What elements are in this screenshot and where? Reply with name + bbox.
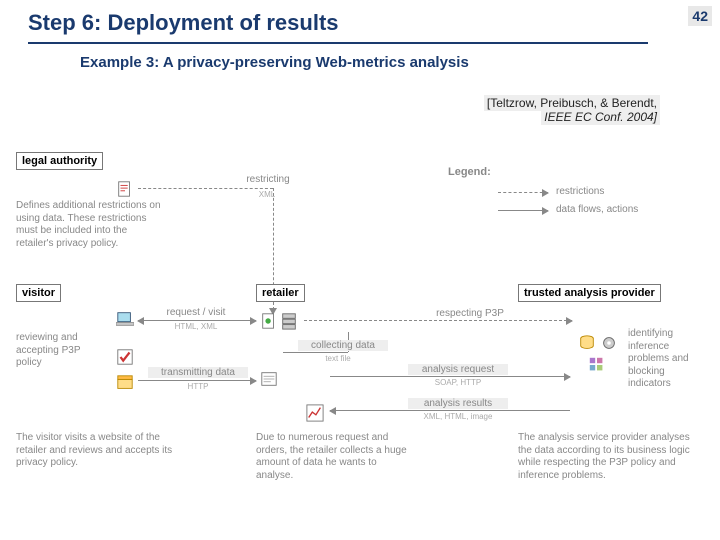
document-icon	[116, 180, 134, 198]
arrow-analysis-res	[330, 410, 570, 411]
legend-arrow-solid	[498, 210, 548, 211]
arrow-request	[138, 320, 256, 321]
grid-icon	[588, 356, 606, 374]
flow-transmit: transmitting data	[148, 367, 248, 378]
flow-collect: collecting data	[298, 340, 388, 351]
actor-visitor-label: visitor	[16, 284, 61, 302]
actor-provider-label: trusted analysis provider	[518, 284, 661, 302]
flow-review: reviewing and accepting P3P policy	[16, 332, 101, 370]
policy-icon	[260, 312, 278, 330]
actor-legal-desc: Defines additional restrictions on using…	[16, 200, 166, 250]
citation-venue: IEEE EC Conf. 2004]	[541, 109, 660, 125]
legend-flows: data flows, actions	[556, 204, 666, 215]
checkbox-icon	[116, 348, 134, 366]
slide-title: Step 6: Deployment of results	[28, 10, 339, 36]
server-icon	[280, 312, 298, 330]
flow-collect-sub: text file	[308, 354, 368, 363]
slide-subtitle: Example 3: A privacy-preserving Web-metr…	[80, 54, 469, 71]
arrow-respect	[304, 320, 572, 321]
arrow-analysis-req	[330, 376, 570, 377]
gear-icon	[600, 334, 618, 352]
db-icon	[578, 334, 596, 352]
computer-icon	[116, 310, 134, 328]
legend-heading: Legend:	[448, 166, 491, 178]
flow-respect: respecting P3P	[420, 308, 520, 319]
data-icon	[116, 374, 134, 392]
flow-analysis-res-sub: XML, HTML, image	[408, 412, 508, 421]
actor-provider-desc: The analysis service provider analyses t…	[518, 432, 698, 482]
flow-identify: identifying inference problems and block…	[628, 328, 710, 391]
actor-retailer-label: retailer	[256, 284, 305, 302]
diagram: Legend: restrictions data flows, actions…	[8, 152, 712, 522]
flow-restricting-sub: XML	[242, 190, 292, 199]
arrow-collect-h	[283, 352, 348, 353]
title-underline	[28, 42, 648, 44]
flow-transmit-sub: HTTP	[173, 382, 223, 391]
actor-retailer-desc: Due to numerous request and orders, the …	[256, 432, 416, 482]
flow-request: request / visit	[156, 307, 236, 318]
page-number: 42	[688, 6, 712, 26]
flow-analysis-req: analysis request	[408, 364, 508, 375]
citation: [Teltzrow, Preibusch, & Berendt, IEEE EC…	[484, 96, 660, 124]
flow-request-sub: HTML, XML	[166, 322, 226, 331]
legend-arrow-dashed	[498, 192, 548, 193]
flow-restricting: restricting	[228, 174, 308, 185]
flow-analysis-res: analysis results	[408, 398, 508, 409]
log-icon	[260, 370, 278, 388]
chart-icon	[306, 404, 324, 422]
arrow-restricting	[138, 188, 273, 189]
legend-restrictions: restrictions	[556, 186, 636, 197]
actor-visitor-desc: The visitor visits a website of the reta…	[16, 432, 176, 470]
flow-analysis-req-sub: SOAP, HTTP	[418, 378, 498, 387]
actor-legal-label: legal authority	[16, 152, 103, 170]
arrow-transmit	[138, 380, 256, 381]
